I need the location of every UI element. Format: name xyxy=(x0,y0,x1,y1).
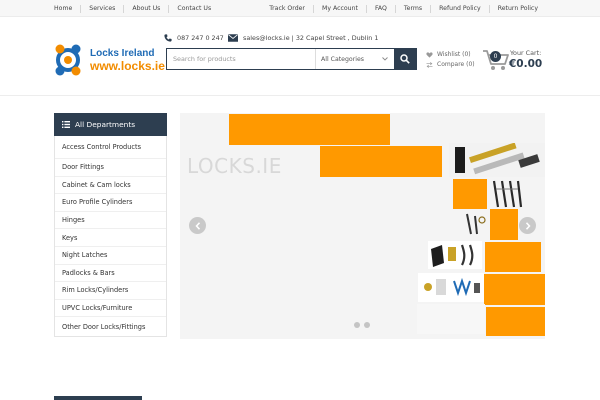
slide-tile xyxy=(453,179,487,209)
nav-contact-link[interactable]: Contact Us xyxy=(169,5,219,13)
logo-line1: Locks Ireland xyxy=(90,48,154,59)
slide-tile xyxy=(229,114,390,145)
search-button[interactable] xyxy=(394,49,416,69)
wishlist-label: Wishlist (0) xyxy=(437,51,471,58)
product-image-logos xyxy=(418,273,484,302)
header-divider xyxy=(0,95,600,96)
email-address: sales@locks.ie | 32 Capel Street , Dubli… xyxy=(243,34,379,42)
logo-line2: www.locks.ie xyxy=(89,59,165,73)
contact-email: sales@locks.ie | 32 Capel Street , Dubli… xyxy=(228,34,378,42)
nav-track-order-link[interactable]: Track Order xyxy=(261,4,314,13)
slide-tile xyxy=(417,304,485,334)
chevron-right-icon xyxy=(525,221,531,230)
search-bar: All Categories xyxy=(166,48,417,70)
department-item-keys[interactable]: Keys xyxy=(55,228,166,246)
department-item-cabinet-cam-locks[interactable]: Cabinet & Cam locks xyxy=(55,175,166,194)
product-image-cylinders xyxy=(449,143,545,177)
nav-return-policy-link[interactable]: Return Policy xyxy=(490,5,546,13)
phone-number: 087 247 0 247 xyxy=(177,34,224,42)
slider-dot[interactable] xyxy=(354,322,360,328)
product-image-art xyxy=(449,143,545,177)
wishlist-link[interactable]: Wishlist (0) xyxy=(426,51,471,58)
slider-next-button[interactable] xyxy=(519,217,536,234)
envelope-icon xyxy=(228,34,238,42)
department-item-access-control[interactable]: Access Control Products xyxy=(55,136,166,158)
slide-tile xyxy=(485,242,541,272)
nav-my-account-link[interactable]: My Account xyxy=(314,4,367,13)
cart-label: Your Cart: xyxy=(510,49,542,57)
product-image-padlocks xyxy=(428,241,482,269)
top-nav-left: Home Services About Us Contact Us xyxy=(46,0,219,17)
slide-tile xyxy=(486,307,545,336)
departments-list: Access Control Products Door Fittings Ca… xyxy=(54,136,167,338)
department-item-door-fittings[interactable]: Door Fittings xyxy=(55,158,166,176)
nav-faq-link[interactable]: FAQ xyxy=(367,4,396,13)
departments-header[interactable]: All Departments xyxy=(54,113,167,136)
cart-count-badge: 0 xyxy=(490,51,501,62)
departments-menu: All Departments Access Control Products … xyxy=(54,113,167,338)
chevron-down-icon xyxy=(382,57,388,61)
product-image-keys xyxy=(463,210,488,238)
product-image-art xyxy=(463,210,488,238)
department-item-other-door-locks[interactable]: Other Door Locks/Fittings xyxy=(55,316,166,336)
cart-total[interactable]: €0.00 xyxy=(509,58,542,70)
nav-home-link[interactable]: Home xyxy=(46,4,82,13)
product-image-art xyxy=(488,179,525,209)
product-image-handles xyxy=(488,179,525,209)
slider-dot[interactable] xyxy=(364,322,370,328)
hero-slider: LOCKS.IE xyxy=(180,113,545,339)
nav-about-link[interactable]: About Us xyxy=(124,4,170,13)
compare-icon xyxy=(426,61,433,68)
product-image-art xyxy=(428,241,482,269)
chevron-left-icon xyxy=(194,221,200,230)
compare-label: Compare (0) xyxy=(437,61,475,68)
site-logo[interactable]: Locks Ireland www.locks.ie xyxy=(54,40,166,80)
search-icon xyxy=(400,54,410,64)
top-bar: Home Services About Us Contact Us Track … xyxy=(0,0,600,17)
phone-icon xyxy=(164,34,172,42)
nav-services-link[interactable]: Services xyxy=(81,4,125,13)
nav-refund-policy-link[interactable]: Refund Policy xyxy=(431,4,490,13)
department-item-rim-locks-cylinders[interactable]: Rim Locks/Cylinders xyxy=(55,281,166,299)
search-input[interactable] xyxy=(167,49,315,69)
slider-prev-button[interactable] xyxy=(189,217,206,234)
nav-terms-link[interactable]: Terms xyxy=(396,4,432,13)
category-select-value: All Categories xyxy=(321,55,364,63)
menu-icon xyxy=(62,121,70,128)
section-heading-tab xyxy=(54,396,142,400)
slider-pagination xyxy=(354,322,374,328)
top-nav-right: Track Order My Account FAQ Terms Refund … xyxy=(261,0,546,17)
logo-mark: Locks Ireland www.locks.ie xyxy=(55,44,165,76)
product-image-art xyxy=(418,273,484,302)
heart-icon xyxy=(426,51,433,58)
department-item-night-latches[interactable]: Night Latches xyxy=(55,245,166,264)
slide-tile xyxy=(320,146,442,177)
contact-phone: 087 247 0 247 xyxy=(164,34,224,42)
category-select[interactable]: All Categories xyxy=(315,49,394,69)
department-item-upvc-locks-furniture[interactable]: UPVC Locks/Furniture xyxy=(55,298,166,317)
department-item-padlocks-bars[interactable]: Padlocks & Bars xyxy=(55,263,166,282)
slide-tile xyxy=(490,209,518,240)
slider-brand-text: LOCKS.IE xyxy=(187,154,282,178)
departments-title: All Departments xyxy=(75,120,136,129)
slide-tile xyxy=(484,274,545,305)
department-item-euro-profile-cylinders[interactable]: Euro Profile Cylinders xyxy=(55,193,166,211)
compare-link[interactable]: Compare (0) xyxy=(426,61,475,68)
department-item-hinges[interactable]: Hinges xyxy=(55,210,166,229)
